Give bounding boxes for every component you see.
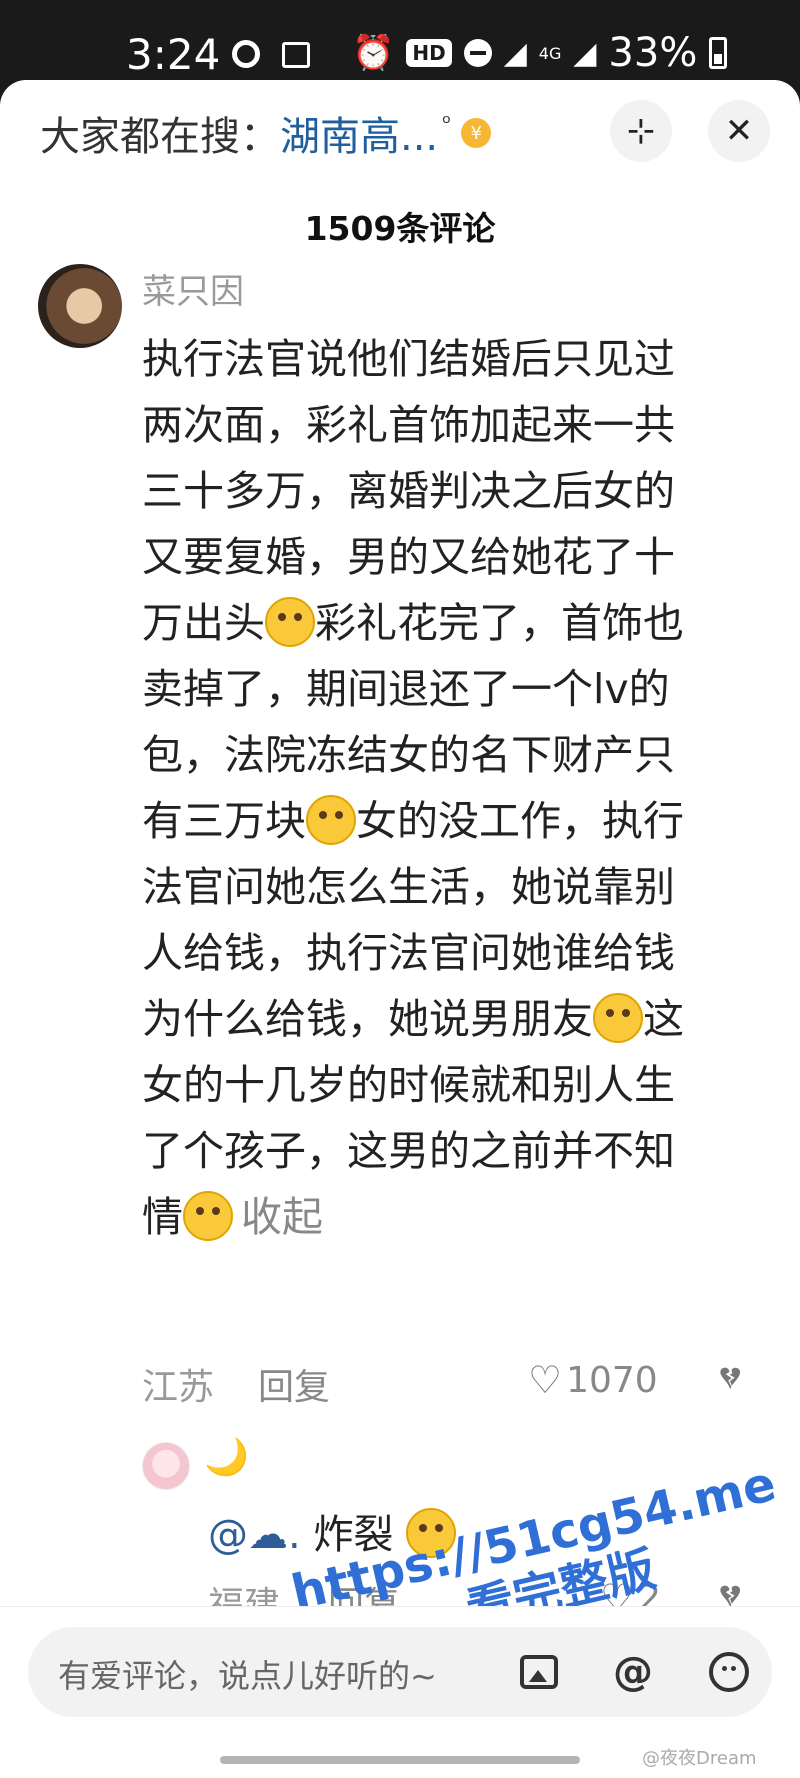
- trending-label: 大家都在搜：: [40, 114, 280, 160]
- reply-username[interactable]: 🌙: [204, 1436, 249, 1478]
- heart-icon: ♡: [528, 1358, 563, 1402]
- comment-line: 女的十几岁的时候就和别人生: [142, 1061, 675, 1109]
- comment-line: 人给钱，执行法官问她谁给钱: [142, 929, 675, 977]
- comment-text: 执行法官说他们结婚后只见过 两次面，彩礼首饰加起来一共 三十多万，离婚判决之后女…: [142, 326, 772, 1250]
- smile-emoji-icon: [306, 795, 356, 845]
- collapse-button[interactable]: ⊹: [610, 100, 672, 162]
- comment-line: 为什么给钱，她说男朋友这: [142, 993, 684, 1043]
- comment-meta: 江苏 回复 ♡ 1070 💔︎: [142, 1358, 762, 1408]
- reply-avatar[interactable]: [142, 1442, 190, 1490]
- source-credit: @夜夜Dream: [642, 1748, 757, 1769]
- emoji-icon[interactable]: [702, 1645, 756, 1699]
- mention-icon[interactable]: @: [606, 1645, 660, 1699]
- trending-term[interactable]: 湖南高...: [280, 104, 438, 162]
- status-right: ⏰ HD ◢ 4G ◢ 33%: [352, 30, 728, 76]
- collapse-text-link[interactable]: 收起: [241, 1193, 323, 1241]
- comment-line: 执行法官说他们结婚后只见过: [142, 335, 675, 383]
- alarm-icon: ⏰: [352, 33, 395, 73]
- record-icon: [232, 40, 260, 68]
- close-button[interactable]: ✕: [708, 100, 770, 162]
- shy-emoji-icon: [265, 597, 315, 647]
- battery-icon: [709, 37, 728, 69]
- signal-icon-2: ◢: [573, 35, 597, 71]
- pleading-emoji-icon: [183, 1191, 233, 1241]
- trending-search-banner[interactable]: 大家都在搜： 湖南高... ᵒ ¥: [40, 104, 492, 162]
- network-label: 4G: [538, 43, 562, 63]
- comment-line: 情收起: [142, 1191, 323, 1241]
- comment-username[interactable]: 菜只因: [142, 264, 244, 313]
- comment-line: 两次面，彩礼首饰加起来一共: [142, 401, 675, 449]
- close-icon: ✕: [724, 111, 754, 151]
- image-icon[interactable]: [512, 1645, 566, 1699]
- search-icon: ᵒ: [442, 110, 452, 136]
- comment-line: 包，法院冻结女的名下财产只: [142, 731, 675, 779]
- status-bar: 3:24 ⏰ HD ◢ 4G ◢ 33%: [0, 0, 800, 80]
- comment-input-placeholder: 有爱评论，说点儿好听的~: [58, 1657, 437, 1695]
- battery-percent: 33%: [608, 30, 698, 76]
- like-button[interactable]: ♡ 1070: [528, 1358, 658, 1402]
- like-count: 1070: [566, 1359, 658, 1401]
- comment-line: 卖掉了，期间退还了一个lv的: [142, 665, 670, 713]
- comment-sheet: 大家都在搜： 湖南高... ᵒ ¥ ⊹ ✕ 1509条评论 菜只因 执行法官说他…: [0, 80, 800, 1778]
- sweat-grin-emoji-icon: [593, 993, 643, 1043]
- dnd-icon: [463, 39, 492, 67]
- reply-button[interactable]: 回复: [258, 1358, 330, 1410]
- comment-count-title: 1509条评论: [304, 209, 496, 248]
- dislike-icon[interactable]: 💔︎: [720, 1358, 740, 1398]
- hd-badge: HD: [406, 39, 452, 67]
- reply-mention[interactable]: @☁.: [208, 1512, 301, 1558]
- collapse-icon: ⊹: [626, 111, 656, 151]
- comment-line: 三十多万，离婚判决之后女的: [142, 467, 675, 515]
- status-left-icons: [232, 34, 310, 68]
- comment-location: 江苏: [142, 1367, 215, 1408]
- gallery-icon: [282, 42, 310, 68]
- home-indicator[interactable]: [220, 1756, 580, 1764]
- comment-line: 有三万块 女的没工作，执行: [142, 795, 684, 845]
- comment-line: 法官问她怎么生活，她说靠别: [142, 863, 675, 911]
- comment-line: 万出头 彩礼花完了，首饰也: [142, 597, 684, 647]
- comment-line: 又要复婚，男的又给她花了十: [142, 533, 675, 581]
- comment-input[interactable]: 有爱评论，说点儿好听的~ @: [28, 1627, 772, 1717]
- comment-line: 了个孩子，这男的之前并不知: [142, 1127, 675, 1175]
- avatar[interactable]: [38, 264, 122, 348]
- signal-icon: ◢: [503, 35, 527, 71]
- status-time: 3:24: [126, 30, 221, 79]
- screen: 3:24 ⏰ HD ◢ 4G ◢ 33% 大家都在搜： 湖南高... ᵒ ¥ ⊹…: [0, 0, 800, 1778]
- coin-icon: ¥: [461, 118, 492, 148]
